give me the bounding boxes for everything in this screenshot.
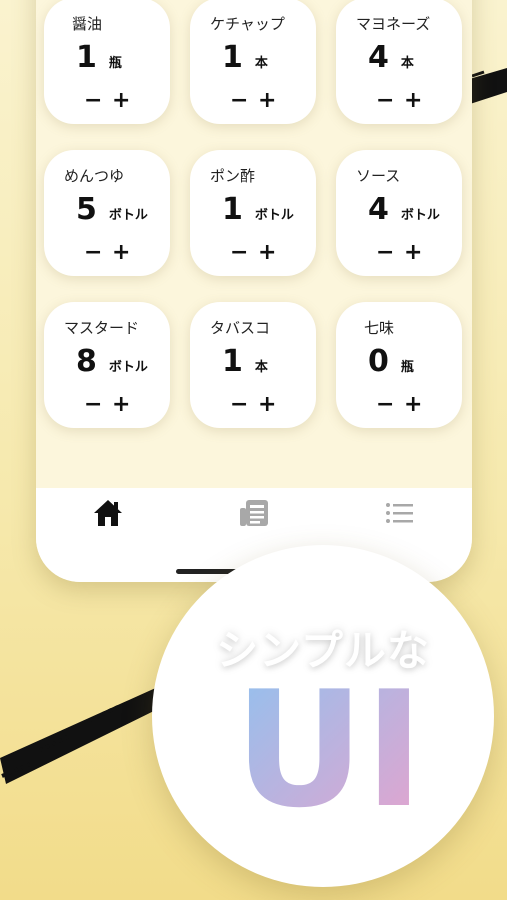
quantity-value: 0 bbox=[368, 344, 389, 379]
promo-title: シンプルな bbox=[216, 626, 430, 675]
increment-button[interactable]: + bbox=[112, 394, 130, 416]
quantity-stepper: − + bbox=[376, 90, 422, 112]
quantity-value: 1 bbox=[222, 40, 243, 75]
item-quantity: 4 本 bbox=[368, 40, 414, 75]
increment-button[interactable]: + bbox=[112, 242, 130, 264]
decrement-button[interactable]: − bbox=[84, 90, 102, 112]
list-icon[interactable] bbox=[384, 498, 416, 528]
decrement-button[interactable]: − bbox=[230, 242, 248, 264]
item-quantity: 0 瓶 bbox=[368, 344, 414, 379]
condiment-grid: 醤油 1 瓶 − + ケチャップ 1 本 − + マヨネーズ 4 本 − + め… bbox=[44, 0, 464, 438]
brush-stroke-right bbox=[466, 68, 507, 104]
item-card-ponzu[interactable]: ポン酢 1 ボトル − + bbox=[190, 150, 316, 276]
promo-badge: シンプルな UI bbox=[152, 545, 494, 887]
item-name: 醤油 bbox=[72, 15, 103, 33]
news-icon[interactable] bbox=[238, 498, 270, 528]
item-card-ketchup[interactable]: ケチャップ 1 本 − + bbox=[190, 0, 316, 124]
quantity-value: 4 bbox=[368, 40, 389, 75]
increment-button[interactable]: + bbox=[404, 90, 422, 112]
item-name: マスタード bbox=[64, 319, 140, 337]
increment-button[interactable]: + bbox=[258, 394, 276, 416]
item-card-shichimi[interactable]: 七味 0 瓶 − + bbox=[336, 302, 462, 428]
increment-button[interactable]: + bbox=[404, 394, 422, 416]
quantity-value: 1 bbox=[222, 344, 243, 379]
quantity-unit: ボトル bbox=[400, 208, 440, 223]
quantity-stepper: − + bbox=[230, 394, 276, 416]
quantity-value: 8 bbox=[76, 344, 97, 379]
quantity-unit: 本 bbox=[254, 56, 268, 71]
quantity-unit: 本 bbox=[254, 360, 268, 375]
quantity-stepper: − + bbox=[376, 242, 422, 264]
promo-ui-label: UI bbox=[244, 683, 414, 813]
item-quantity: 5 ボトル bbox=[76, 192, 148, 227]
item-card-tabasco[interactable]: タバスコ 1 本 − + bbox=[190, 302, 316, 428]
quantity-unit: 瓶 bbox=[108, 56, 122, 71]
item-quantity: 4 ボトル bbox=[368, 192, 440, 227]
item-quantity: 8 ボトル bbox=[76, 344, 148, 379]
quantity-stepper: − + bbox=[230, 90, 276, 112]
item-name: 七味 bbox=[364, 319, 395, 337]
item-quantity: 1 ボトル bbox=[222, 192, 294, 227]
decrement-button[interactable]: − bbox=[376, 90, 394, 112]
quantity-stepper: − + bbox=[84, 394, 130, 416]
item-name: ポン酢 bbox=[210, 167, 256, 185]
home-icon[interactable] bbox=[92, 498, 124, 528]
quantity-stepper: − + bbox=[376, 394, 422, 416]
item-name: ケチャップ bbox=[210, 15, 285, 33]
item-quantity: 1 本 bbox=[222, 40, 268, 75]
quantity-stepper: − + bbox=[230, 242, 276, 264]
item-quantity: 1 瓶 bbox=[76, 40, 122, 75]
quantity-value: 4 bbox=[368, 192, 389, 227]
promo-ui-text: UI bbox=[244, 683, 414, 813]
quantity-value: 1 bbox=[76, 40, 97, 75]
item-name: タバスコ bbox=[210, 319, 271, 337]
decrement-button[interactable]: − bbox=[84, 394, 102, 416]
item-card-mentsuyu[interactable]: めんつゆ 5 ボトル − + bbox=[44, 150, 170, 276]
increment-button[interactable]: + bbox=[404, 242, 422, 264]
decrement-button[interactable]: − bbox=[84, 242, 102, 264]
quantity-value: 1 bbox=[222, 192, 243, 227]
phone-screen: 醤油 1 瓶 − + ケチャップ 1 本 − + マヨネーズ 4 本 − + め… bbox=[36, 0, 472, 582]
quantity-stepper: − + bbox=[84, 242, 130, 264]
item-card-soy-sauce[interactable]: 醤油 1 瓶 − + bbox=[44, 0, 170, 124]
item-name: めんつゆ bbox=[64, 167, 125, 185]
decrement-button[interactable]: − bbox=[376, 394, 394, 416]
item-card-sauce[interactable]: ソース 4 ボトル − + bbox=[336, 150, 462, 276]
quantity-stepper: − + bbox=[84, 90, 130, 112]
increment-button[interactable]: + bbox=[258, 242, 276, 264]
decrement-button[interactable]: − bbox=[376, 242, 394, 264]
quantity-value: 5 bbox=[76, 192, 97, 227]
quantity-unit: 本 bbox=[400, 56, 414, 71]
quantity-unit: ボトル bbox=[254, 208, 294, 223]
brush-stroke-left bbox=[0, 686, 168, 784]
decrement-button[interactable]: − bbox=[230, 90, 248, 112]
quantity-unit: ボトル bbox=[108, 208, 148, 223]
quantity-unit: 瓶 bbox=[400, 360, 414, 375]
item-card-mustard[interactable]: マスタード 8 ボトル − + bbox=[44, 302, 170, 428]
item-card-mayonnaise[interactable]: マヨネーズ 4 本 − + bbox=[336, 0, 462, 124]
decrement-button[interactable]: − bbox=[230, 394, 248, 416]
item-name: ソース bbox=[356, 167, 401, 185]
item-name: マヨネーズ bbox=[356, 15, 431, 33]
increment-button[interactable]: + bbox=[112, 90, 130, 112]
increment-button[interactable]: + bbox=[258, 90, 276, 112]
quantity-unit: ボトル bbox=[108, 360, 148, 375]
item-quantity: 1 本 bbox=[222, 344, 268, 379]
